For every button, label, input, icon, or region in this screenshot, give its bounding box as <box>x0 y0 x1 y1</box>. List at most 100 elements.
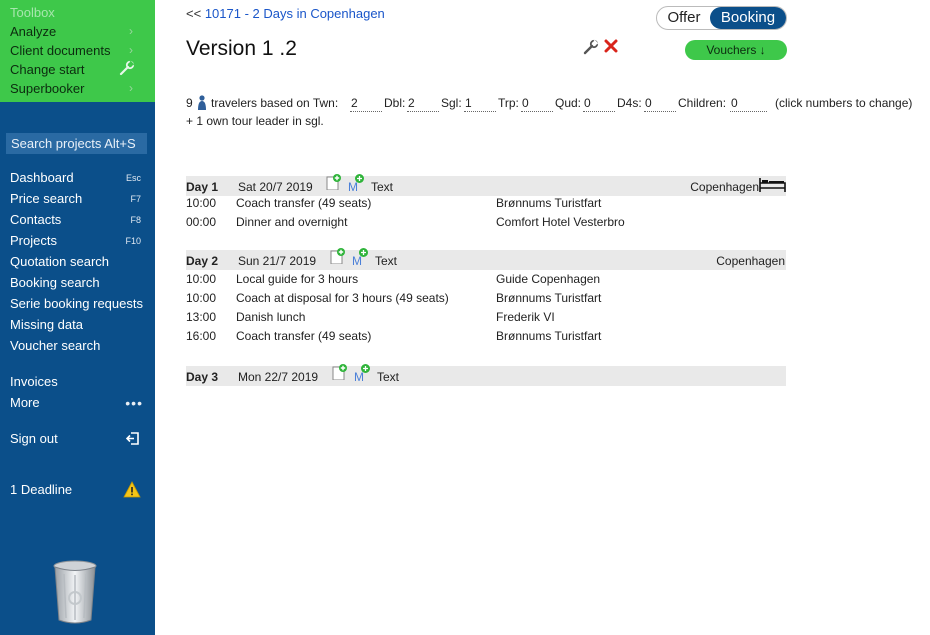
nav-label: Booking search <box>10 275 100 290</box>
dbl-count[interactable]: 2 <box>407 94 439 112</box>
search-projects-input[interactable]: Search projects Alt+S <box>6 133 147 154</box>
warning-icon <box>123 481 141 498</box>
service-description: Coach at disposal for 3 hours (49 seats) <box>236 291 449 305</box>
toolbox-panel: Toolbox Analyze › Client documents › Cha… <box>0 0 155 102</box>
add-document-icon[interactable] <box>329 248 345 264</box>
d4s-label: D4s: <box>617 96 642 110</box>
toggle-offer[interactable]: Offer <box>657 7 711 29</box>
day-location: Copenhagen <box>716 254 785 268</box>
add-document-icon[interactable] <box>325 174 341 190</box>
service-row[interactable]: 16:00 Coach transfer (49 seats) Brønnums… <box>186 327 786 346</box>
service-time: 00:00 <box>186 215 217 229</box>
person-icon <box>198 95 206 110</box>
day-header: Day 2 Sun 21/7 2019 M Text Copenhagen <box>186 248 786 271</box>
service-description: Dinner and overnight <box>236 215 348 229</box>
add-document-icon[interactable] <box>331 364 347 380</box>
toggle-booking[interactable]: Booking <box>710 7 786 29</box>
dbl-label: Dbl: <box>384 96 406 110</box>
toolbox-item-change-start[interactable]: Change start <box>10 60 145 79</box>
trp-label: Trp: <box>498 96 519 110</box>
offer-booking-toggle: Offer Booking <box>656 6 787 30</box>
service-row[interactable]: 00:00 Dinner and overnight Comfort Hotel… <box>186 213 786 232</box>
nav-label: Sign out <box>10 431 58 446</box>
day-label: Day 2 <box>186 254 219 268</box>
nav-invoices[interactable]: Invoices <box>10 372 145 392</box>
toolbox-item-client-documents[interactable]: Client documents › <box>10 41 145 60</box>
travelers-summary: 9 travelers based on Twn: 2 Dbl: 2 Sgl: … <box>186 93 926 113</box>
sign-out-icon <box>126 432 139 445</box>
service-row[interactable]: 13:00 Danish lunch Frederik VI <box>186 308 786 327</box>
chevron-right-icon: › <box>129 24 133 38</box>
children-label: Children: <box>678 96 727 110</box>
toolbox-item-analyze[interactable]: Analyze › <box>10 22 145 41</box>
service-row[interactable]: 10:00 Coach at disposal for 3 hours (49 … <box>186 289 786 308</box>
nav-label: Dashboard <box>10 170 74 185</box>
nav-voucher-search[interactable]: Voucher search <box>10 336 145 356</box>
service-time: 16:00 <box>186 329 217 343</box>
service-supplier: Brønnums Turistfart <box>496 291 602 305</box>
day-label: Day 3 <box>186 370 219 384</box>
d4s-count[interactable]: 0 <box>644 94 676 112</box>
day-date: Sun 21/7 2019 <box>238 254 317 268</box>
trp-count[interactable]: 0 <box>521 94 553 112</box>
service-description: Danish lunch <box>236 310 306 324</box>
nav-serie-booking-requests[interactable]: Serie booking requests <box>10 294 150 314</box>
nav-label: Invoices <box>10 374 58 389</box>
nav-sign-out[interactable]: Sign out <box>10 429 145 449</box>
project-link[interactable]: 10171 - 2 Days in Copenhagen <box>205 6 385 21</box>
add-meal-icon[interactable] <box>361 364 370 373</box>
day-header: Day 3 Mon 22/7 2019 M Text <box>186 364 786 387</box>
service-supplier: Comfort Hotel Vesterbro <box>496 215 625 229</box>
delete-icon[interactable] <box>604 39 618 53</box>
more-dots-icon: ••• <box>125 395 143 411</box>
travelers-based-on-label: travelers based on Twn: <box>211 96 339 110</box>
wrench-icon <box>119 60 135 76</box>
vouchers-button[interactable]: Vouchers ↓ <box>685 40 787 60</box>
toolbox-title: Toolbox <box>10 5 55 20</box>
day-text-link[interactable]: Text <box>375 251 397 271</box>
nav-dashboard[interactable]: Dashboard Esc <box>10 168 145 188</box>
twn-count[interactable]: 2 <box>350 94 382 112</box>
page-title: Version 1 .2 <box>186 37 297 60</box>
click-numbers-hint: (click numbers to change) <box>775 96 913 110</box>
nav-contacts[interactable]: Contacts F8 <box>10 210 145 230</box>
nav-label: More <box>10 395 40 410</box>
back-arrows: << <box>186 6 202 21</box>
trash-icon[interactable] <box>52 560 98 624</box>
nav-projects[interactable]: Projects F10 <box>10 231 145 251</box>
children-count[interactable]: 0 <box>730 94 767 112</box>
service-row[interactable]: 10:00 Coach transfer (49 seats) Brønnums… <box>186 194 786 213</box>
day-date: Mon 22/7 2019 <box>238 370 319 384</box>
nav-more[interactable]: More ••• <box>10 393 145 413</box>
tour-leader-note: + 1 own tour leader in sgl. <box>186 114 324 128</box>
toolbox-item-superbooker[interactable]: Superbooker › <box>10 79 145 98</box>
toolbox-item-label: Superbooker <box>10 81 85 96</box>
service-supplier: Frederik VI <box>496 310 555 324</box>
nav-deadline[interactable]: 1 Deadline <box>10 480 145 500</box>
service-supplier: Brønnums Turistfart <box>496 196 602 210</box>
add-meal-icon[interactable] <box>359 248 368 257</box>
service-description: Coach transfer (49 seats) <box>236 196 372 210</box>
service-supplier: Brønnums Turistfart <box>496 329 602 343</box>
service-description: Coach transfer (49 seats) <box>236 329 372 343</box>
service-row[interactable]: 10:00 Local guide for 3 hours Guide Cope… <box>186 270 786 289</box>
shortcut-key: F10 <box>125 236 141 246</box>
nav-booking-search[interactable]: Booking search <box>10 273 145 293</box>
service-time: 13:00 <box>186 310 217 324</box>
nav-label: Projects <box>10 233 57 248</box>
service-time: 10:00 <box>186 196 217 210</box>
toolbox-item-label: Client documents <box>10 43 111 58</box>
sgl-count[interactable]: 1 <box>464 94 496 112</box>
toolbox-item-label: Analyze <box>10 24 57 39</box>
add-meal-icon[interactable] <box>355 174 364 183</box>
nav-missing-data[interactable]: Missing data <box>10 315 145 335</box>
nav-quotation-search[interactable]: Quotation search <box>10 252 145 272</box>
day-text-link[interactable]: Text <box>377 367 399 387</box>
wrench-icon[interactable] <box>583 39 599 55</box>
main-content: << 10171 - 2 Days in Copenhagen Version … <box>155 0 930 635</box>
nav-label: 1 Deadline <box>10 482 73 497</box>
shortcut-key: F8 <box>130 215 141 225</box>
nav-price-search[interactable]: Price search F7 <box>10 189 145 209</box>
qud-count[interactable]: 0 <box>583 94 615 112</box>
nav-label: Contacts <box>10 212 62 227</box>
